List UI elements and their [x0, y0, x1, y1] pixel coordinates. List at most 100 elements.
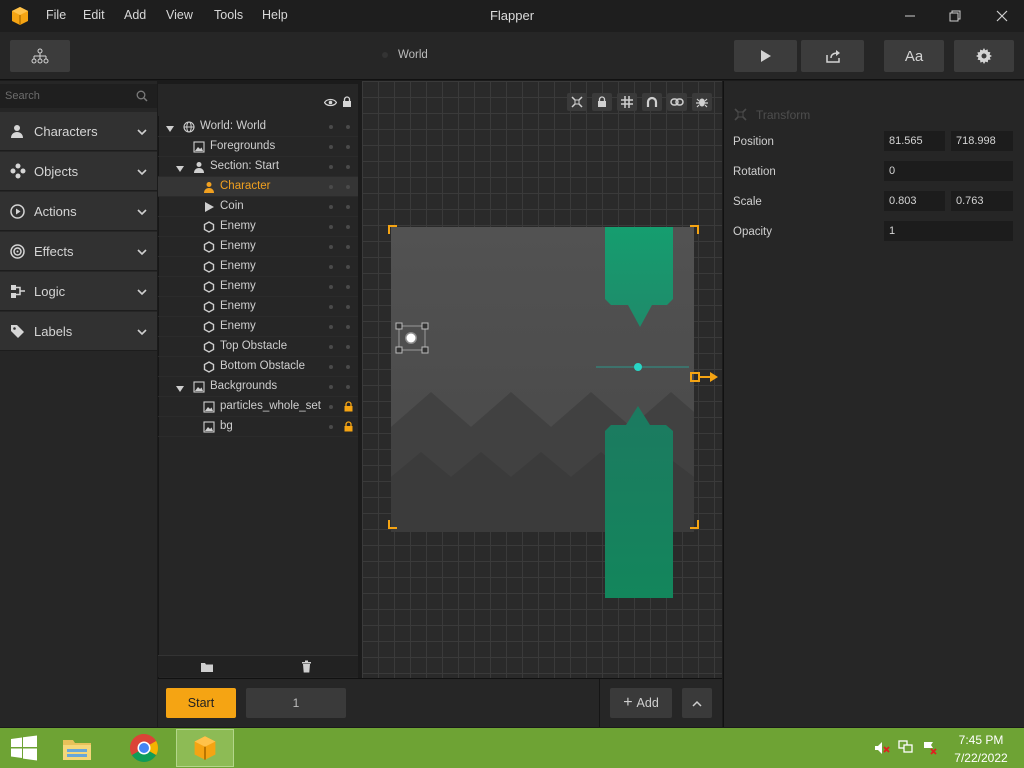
lock-toggle[interactable] [346, 125, 350, 129]
visibility-toggle[interactable] [329, 385, 333, 389]
lock-toggle[interactable] [346, 225, 350, 229]
lock-toggle[interactable] [346, 345, 350, 349]
tree-row[interactable]: Enemy [158, 237, 358, 257]
tree-row[interactable]: bg [158, 417, 358, 437]
link-icon[interactable] [667, 93, 687, 111]
add-section-button[interactable]: + Add [610, 688, 672, 718]
clock-time[interactable]: 7:45 PM [950, 733, 1012, 747]
visibility-toggle[interactable] [329, 125, 333, 129]
lock-toggle[interactable] [346, 325, 350, 329]
menu-view[interactable]: View [166, 8, 193, 22]
lock-toggle[interactable] [346, 205, 350, 209]
tree-row[interactable]: Enemy [158, 217, 358, 237]
tree-row[interactable]: Section: Start [158, 157, 358, 177]
lock-toggle[interactable] [346, 185, 350, 189]
category-characters[interactable]: Characters [0, 112, 157, 151]
menu-tools[interactable]: Tools [214, 8, 243, 22]
visibility-toggle[interactable] [329, 305, 333, 309]
tree-row[interactable]: Backgrounds [158, 377, 358, 397]
lock-toggle[interactable] [346, 365, 350, 369]
grid-icon[interactable] [617, 93, 637, 111]
restore-icon[interactable] [940, 4, 970, 28]
lock-toggle[interactable] [346, 385, 350, 389]
visibility-toggle[interactable] [329, 405, 333, 409]
tree-row[interactable]: World: World [158, 117, 358, 137]
position-y-field[interactable] [951, 131, 1013, 151]
tree-row[interactable]: Character [158, 177, 358, 197]
lock-icon[interactable] [342, 96, 352, 108]
taskbar-file-explorer[interactable] [56, 729, 98, 767]
scale-x-field[interactable] [884, 191, 945, 211]
visibility-toggle[interactable] [329, 145, 333, 149]
scale-y-field[interactable] [951, 191, 1013, 211]
tree-row[interactable]: Enemy [158, 257, 358, 277]
menu-file[interactable]: File [46, 8, 66, 22]
taskbar-flapper-app[interactable] [176, 729, 234, 767]
menu-add[interactable]: Add [124, 8, 146, 22]
lock-toggle[interactable] [346, 305, 350, 309]
start-menu-button[interactable] [0, 729, 48, 767]
visibility-toggle[interactable] [329, 225, 333, 229]
opacity-field[interactable] [884, 221, 1013, 241]
visibility-toggle[interactable] [329, 285, 333, 289]
visibility-toggle[interactable] [329, 185, 333, 189]
tree-row[interactable]: Enemy [158, 297, 358, 317]
clock-date[interactable]: 7/22/2022 [946, 751, 1016, 765]
tree-row[interactable]: Top Obstacle [158, 337, 358, 357]
category-objects[interactable]: Objects [0, 152, 157, 191]
search-input[interactable] [0, 84, 130, 108]
category-labels[interactable]: Labels [0, 312, 157, 351]
lock-toggle[interactable] [346, 165, 350, 169]
play-button[interactable] [734, 40, 797, 72]
section-number-button[interactable]: 1 [246, 688, 346, 718]
category-effects[interactable]: Effects [0, 232, 157, 271]
menu-help[interactable]: Help [262, 8, 288, 22]
bug-icon[interactable] [692, 93, 712, 111]
font-button[interactable]: Aa [884, 40, 944, 72]
tree-row[interactable]: Foregrounds [158, 137, 358, 157]
visibility-toggle[interactable] [329, 265, 333, 269]
expand-arrow-icon[interactable] [166, 123, 174, 135]
lock-icon[interactable] [344, 401, 353, 415]
share-button[interactable] [801, 40, 864, 72]
network-icon[interactable] [898, 740, 914, 755]
expand-arrow-icon[interactable] [176, 163, 184, 175]
category-actions[interactable]: Actions [0, 192, 157, 231]
character-sprite[interactable] [395, 322, 429, 354]
magnet-icon[interactable] [642, 93, 662, 111]
tree-row[interactable]: Enemy [158, 317, 358, 337]
visibility-toggle[interactable] [329, 425, 333, 429]
category-logic[interactable]: Logic [0, 272, 157, 311]
lock-icon[interactable] [344, 421, 353, 435]
tree-row[interactable]: Coin [158, 197, 358, 217]
lock-icon[interactable] [592, 93, 612, 111]
minimize-icon[interactable] [895, 4, 925, 28]
rotation-field[interactable] [884, 161, 1013, 181]
lock-toggle[interactable] [346, 285, 350, 289]
trash-icon[interactable] [301, 660, 312, 673]
start-section-button[interactable]: Start [166, 688, 236, 718]
lock-toggle[interactable] [346, 245, 350, 249]
eye-icon[interactable] [324, 98, 337, 107]
visibility-toggle[interactable] [329, 325, 333, 329]
expand-sections-button[interactable] [682, 688, 712, 718]
visibility-toggle[interactable] [329, 205, 333, 209]
lock-toggle[interactable] [346, 145, 350, 149]
search-icon[interactable] [136, 90, 148, 102]
close-icon[interactable] [987, 4, 1017, 28]
visibility-toggle[interactable] [329, 165, 333, 169]
visibility-toggle[interactable] [329, 245, 333, 249]
position-x-field[interactable] [884, 131, 945, 151]
lock-toggle[interactable] [346, 265, 350, 269]
tree-row[interactable]: Enemy [158, 277, 358, 297]
taskbar-chrome[interactable] [122, 729, 166, 767]
tree-row[interactable]: Bottom Obstacle [158, 357, 358, 377]
folder-icon[interactable] [200, 661, 214, 673]
hierarchy-button[interactable] [10, 40, 70, 72]
settings-button[interactable] [954, 40, 1014, 72]
visibility-toggle[interactable] [329, 345, 333, 349]
expand-arrow-icon[interactable] [176, 383, 184, 395]
group-icon[interactable] [567, 93, 587, 111]
menu-edit[interactable]: Edit [83, 8, 105, 22]
tree-row[interactable]: particles_whole_set [158, 397, 358, 417]
